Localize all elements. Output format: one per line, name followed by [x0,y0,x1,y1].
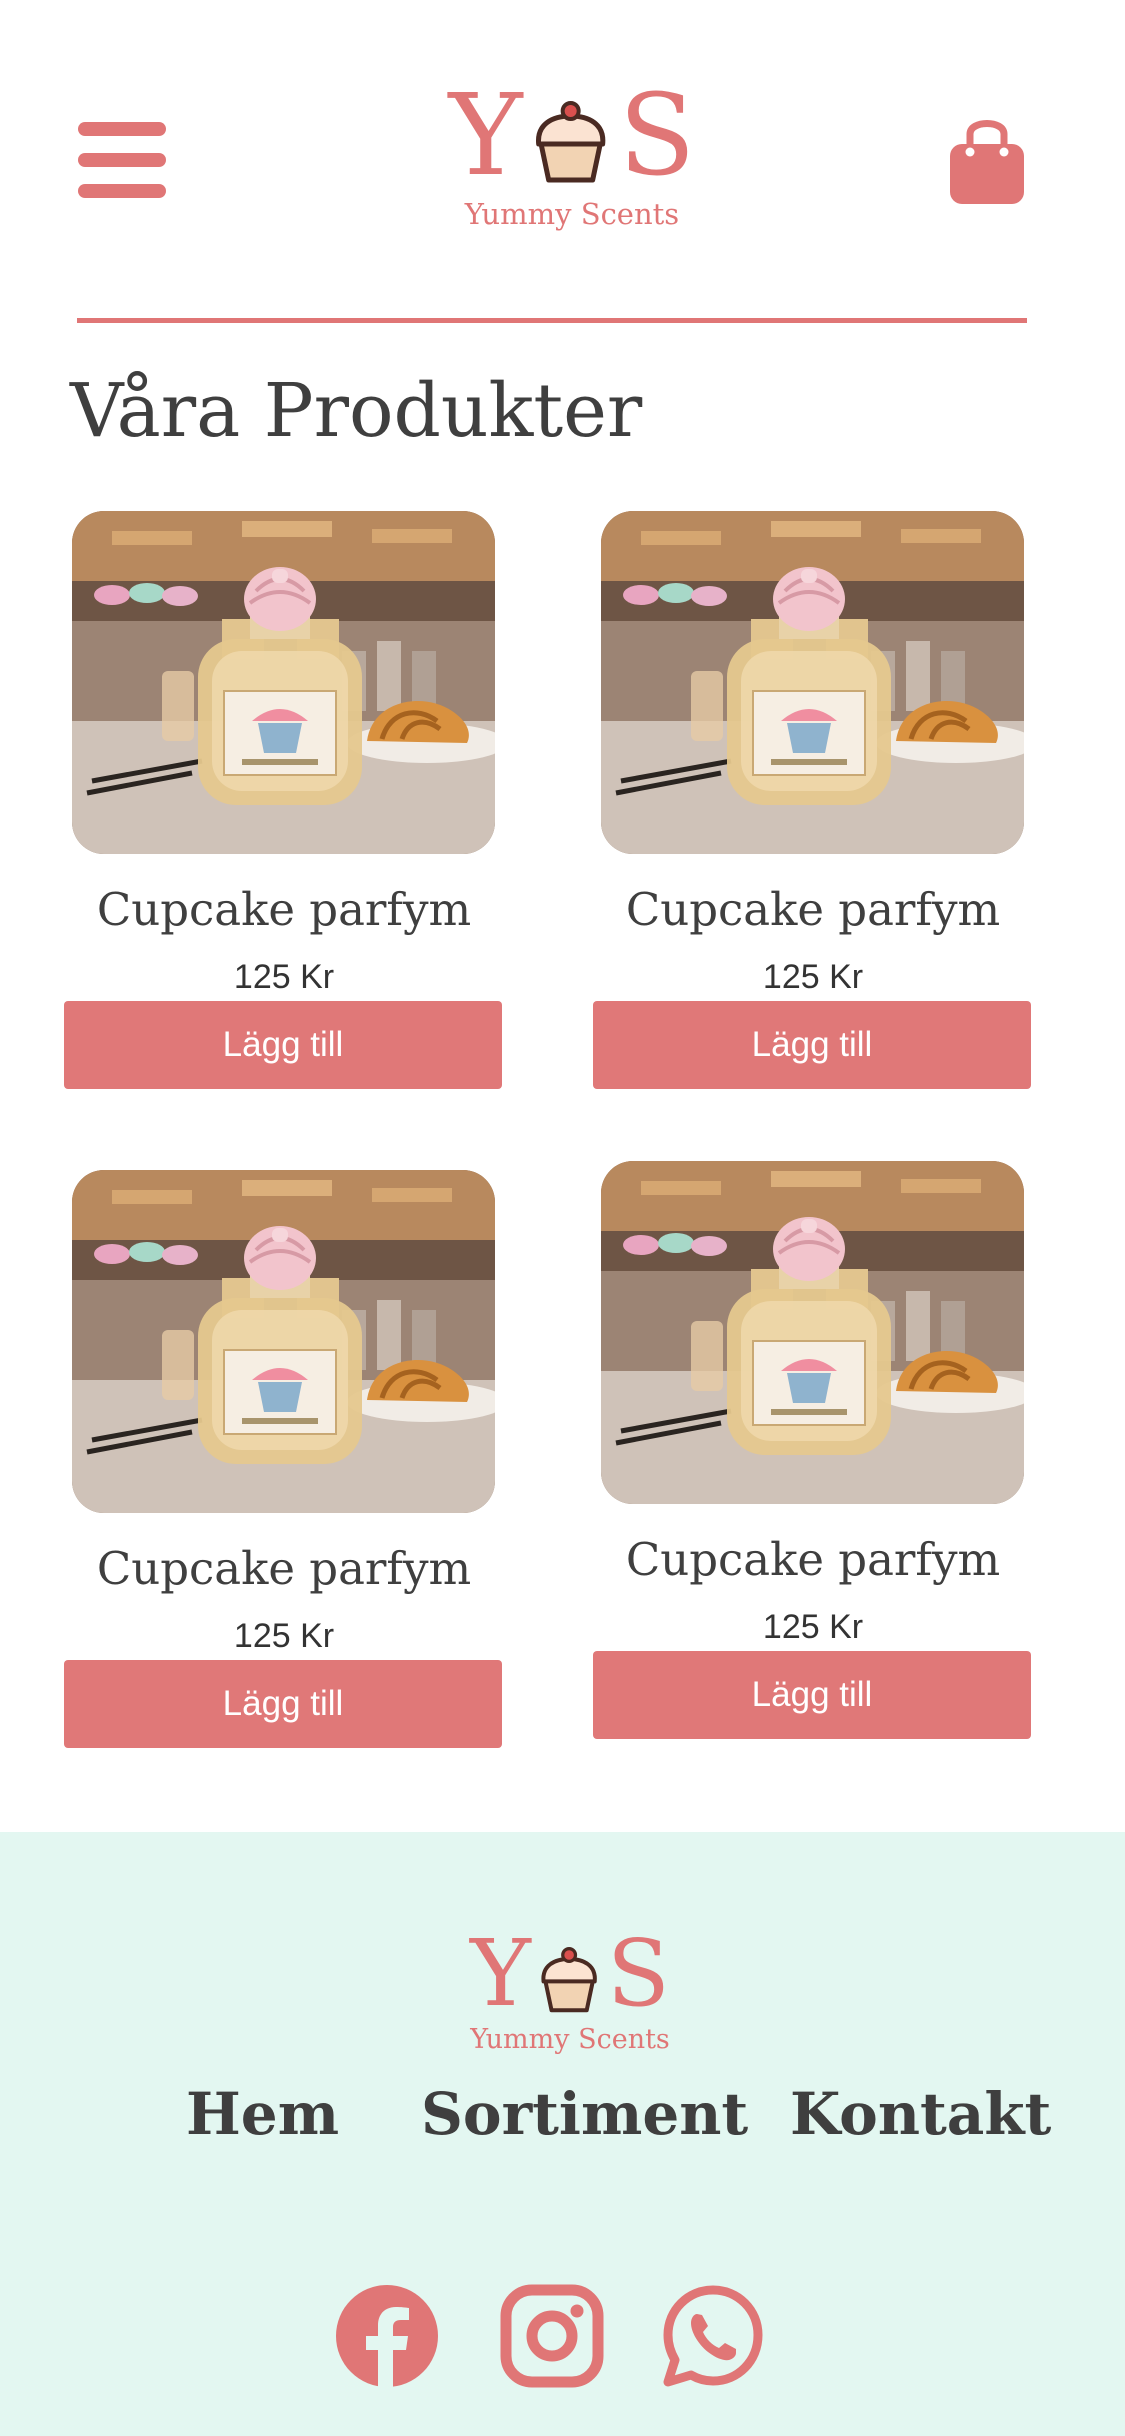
hamburger-menu-icon[interactable] [78,122,166,198]
logo-mark: Y S [449,80,696,192]
shopping-bag-icon[interactable] [948,110,1026,206]
logo-letter-y: Y [470,1920,531,2027]
footer-link-sortiment[interactable]: Sortiment [421,2080,748,2148]
add-to-cart-button[interactable]: Lägg till [64,1660,502,1748]
product-image[interactable] [601,511,1024,854]
logo-letter-s: S [618,71,696,201]
product-name: Cupcake parfym [625,1533,1001,1586]
site-footer: Y S Yummy Scents Hem Sortiment Kontakt [0,1832,1125,2436]
logo-tagline: Yummy Scents [464,197,680,231]
product-price: 125 Kr [762,1608,864,1646]
product-name: Cupcake parfym [96,883,472,936]
whatsapp-icon[interactable] [661,2284,765,2388]
footer-link-hem[interactable]: Hem [186,2080,339,2148]
add-to-cart-button[interactable]: Lägg till [593,1651,1031,1739]
facebook-icon[interactable] [335,2284,439,2388]
header-divider [77,318,1027,323]
add-to-cart-button[interactable]: Lägg till [64,1001,502,1089]
product-image[interactable] [72,1170,495,1513]
cupcake-icon [531,98,611,184]
page-title: Våra Produkter [70,368,643,454]
product-image[interactable] [601,1161,1024,1504]
product-card: Cupcake parfym 125 Kr Lägg till [593,511,1033,1111]
site-logo[interactable]: Y S Yummy Scents [437,80,707,240]
product-name: Cupcake parfym [96,1542,472,1595]
product-price: 125 Kr [233,958,335,996]
product-card: Cupcake parfym 125 Kr Lägg till [593,1161,1033,1761]
footer-link-kontakt[interactable]: Kontakt [790,2080,1051,2148]
logo-mark: Y S [470,1928,670,2020]
logo-letter-s: S [606,1920,670,2027]
footer-logo[interactable]: Y S Yummy Scents [450,1928,690,2058]
logo-letter-y: Y [448,71,523,201]
site-header: Y S Yummy Scents [0,0,1125,330]
product-card: Cupcake parfym 125 Kr Lägg till [64,511,504,1111]
add-to-cart-button[interactable]: Lägg till [593,1001,1031,1089]
product-name: Cupcake parfym [625,883,1001,936]
product-card: Cupcake parfym 125 Kr Lägg till [64,1170,504,1770]
product-image[interactable] [72,511,495,854]
product-price: 125 Kr [762,958,864,996]
logo-tagline: Yummy Scents [470,2024,670,2055]
instagram-icon[interactable] [500,2284,604,2388]
cupcake-icon [537,1944,601,2014]
product-price: 125 Kr [233,1617,335,1655]
